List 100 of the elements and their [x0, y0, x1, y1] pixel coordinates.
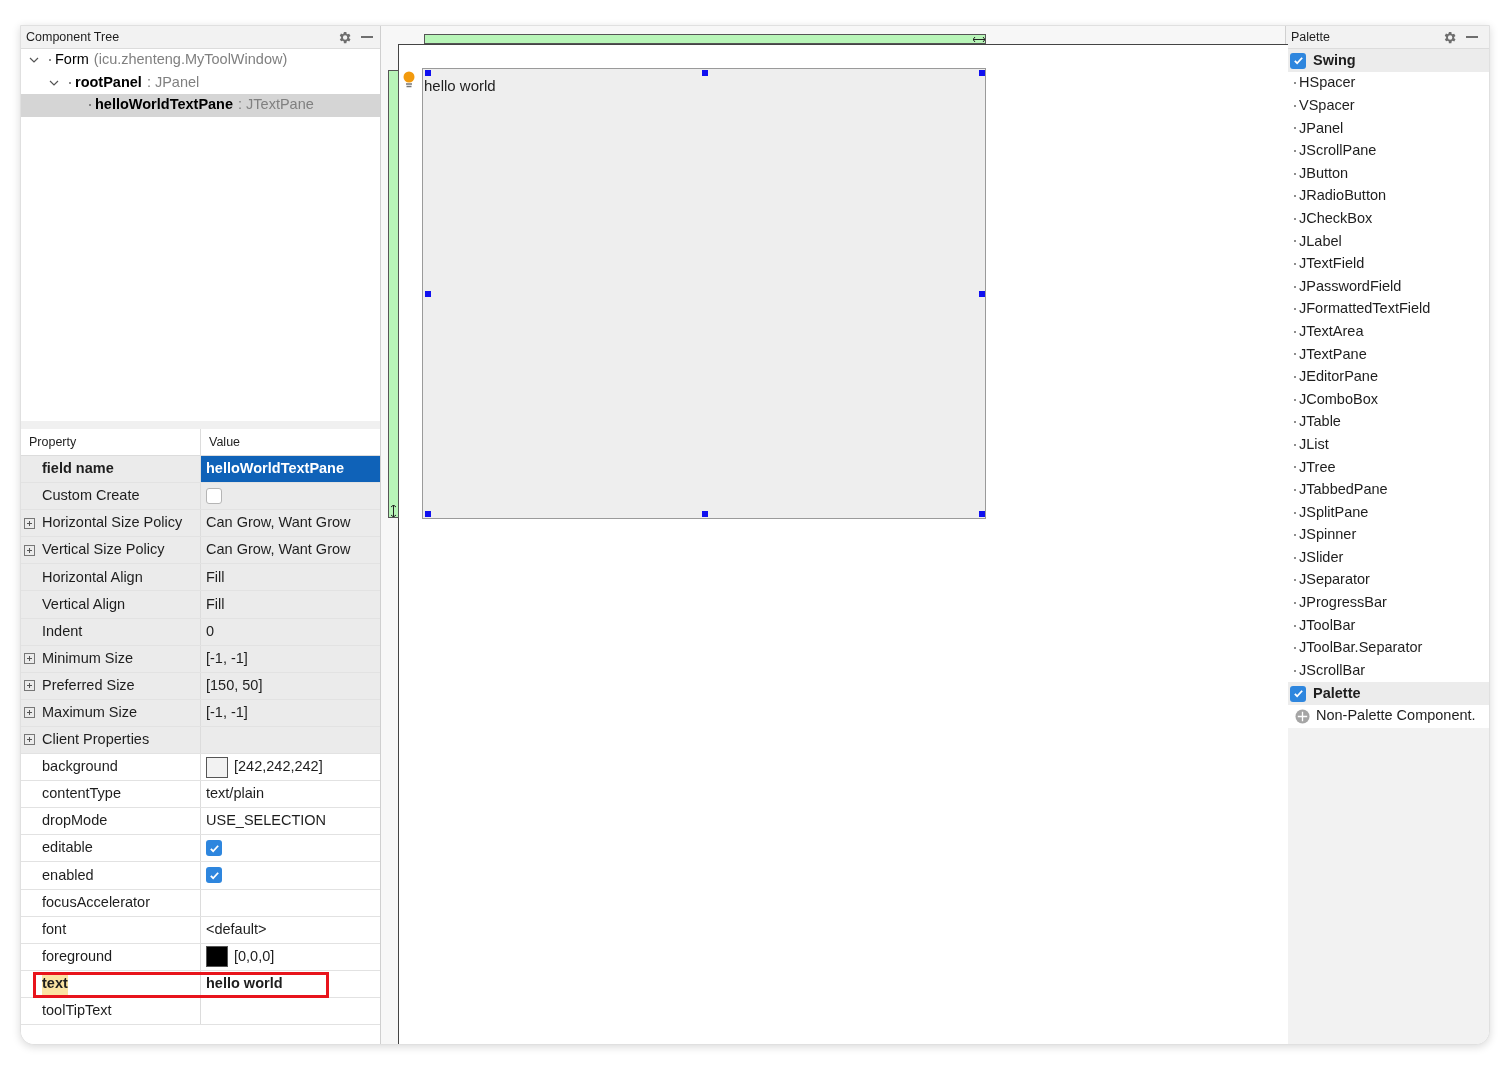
property-row[interactable]: dropMode USE_SELECTION [21, 808, 380, 836]
palette-item[interactable]: JSplitPane [1299, 501, 1369, 524]
component-icon [1295, 708, 1310, 724]
palette-item[interactable]: JSeparator [1299, 569, 1370, 592]
palette-item[interactable]: JButton [1299, 162, 1349, 185]
expand-icon[interactable] [24, 544, 35, 556]
settings-icon[interactable] [1442, 29, 1457, 45]
property-row[interactable]: enabled [21, 862, 380, 890]
property-name: Client Properties [42, 730, 150, 750]
palette-item[interactable]: JEditorPane [1299, 366, 1378, 388]
palette-item[interactable]: JToolBar.Separator [1299, 637, 1423, 659]
selection-handle[interactable] [702, 70, 708, 76]
property-row[interactable]: Minimum Size [-1, -1] [21, 645, 380, 673]
tree-item[interactable]: Form (icu.zhenteng.MyToolWindow) [21, 49, 380, 72]
property-row[interactable]: editable [21, 835, 380, 863]
check-icon [208, 869, 220, 881]
expand-icon[interactable] [24, 517, 35, 529]
property-row[interactable]: Indent 0 [21, 618, 380, 646]
tree-item-type: : JPanel [146, 72, 200, 92]
property-value: hello world [206, 973, 283, 993]
property-row[interactable]: Horizontal Align Fill [21, 564, 380, 592]
property-row[interactable]: foreground [0,0,0] [21, 943, 380, 971]
property-name: Preferred Size [42, 675, 135, 695]
column-header: Property [21, 429, 201, 455]
palette-item[interactable]: JComboBox [1299, 388, 1378, 411]
palette-item[interactable]: JLabel [1299, 230, 1342, 253]
property-row[interactable]: Maximum Size [-1, -1] [21, 699, 380, 727]
palette-item[interactable]: JCheckBox [1299, 208, 1373, 230]
property-name: font [42, 919, 67, 939]
property-row[interactable]: Client Properties [21, 726, 380, 755]
settings-icon[interactable] [337, 29, 352, 45]
tree-item[interactable]: helloWorldTextPane : JTextPane [21, 94, 380, 117]
property-row[interactable]: field name helloWorldTextPane [21, 456, 380, 484]
selection-handle[interactable] [425, 70, 431, 76]
property-value: text/plain [206, 784, 265, 804]
palette-item[interactable]: JTable [1299, 411, 1341, 434]
palette-group[interactable]: Palette [1286, 682, 1489, 706]
palette-item[interactable]: JProgressBar [1299, 592, 1387, 614]
property-value: [150, 50] [206, 675, 263, 695]
palette-item[interactable]: JTextArea [1299, 320, 1364, 343]
color-swatch[interactable] [206, 756, 228, 778]
palette-item[interactable]: JTextPane [1299, 343, 1367, 366]
property-row[interactable]: text hello world [21, 970, 380, 998]
palette-item[interactable]: JSpinner [1299, 524, 1357, 547]
property-row[interactable]: Custom Create [21, 483, 380, 511]
tree-item[interactable]: rootPanel : JPanel [21, 71, 380, 94]
property-name: contentType [42, 784, 121, 804]
expand-icon[interactable] [24, 653, 35, 665]
palette-item[interactable]: JScrollPane [1299, 140, 1377, 162]
property-name: dropMode [42, 811, 108, 831]
property-row[interactable]: Preferred Size [150, 50] [21, 672, 380, 700]
property-row[interactable]: toolTipText [21, 997, 380, 1025]
selection-handle[interactable] [425, 291, 431, 297]
palette-item[interactable]: JTabbedPane [1299, 479, 1388, 501]
palette-item[interactable]: HSpacer [1299, 72, 1356, 95]
palette-item[interactable]: VSpacer [1299, 95, 1355, 117]
palette-item[interactable]: JScrollBar [1299, 659, 1366, 682]
checkbox[interactable] [1290, 52, 1306, 69]
selection-handle[interactable] [979, 511, 985, 517]
property-name: toolTipText [42, 1001, 112, 1021]
checkbox[interactable] [206, 840, 222, 857]
selection-handle[interactable] [979, 70, 985, 76]
selection-handle[interactable] [979, 291, 985, 297]
palette-item[interactable]: JToolBar [1299, 614, 1356, 637]
property-row[interactable]: background [242,242,242] [21, 754, 380, 782]
property-row[interactable]: focusAccelerator [21, 889, 380, 917]
palette-item[interactable]: Non-Palette Component. [1286, 705, 1489, 728]
palette-item[interactable]: JTree [1299, 456, 1336, 479]
selection-handle[interactable] [702, 511, 708, 517]
property-value: [-1, -1] [206, 648, 248, 668]
property-row[interactable]: contentType text/plain [21, 781, 380, 809]
expand-icon[interactable] [24, 680, 35, 692]
property-name: focusAccelerator [42, 892, 150, 912]
property-name: Maximum Size [42, 703, 138, 722]
palette-item[interactable]: JTextField [1299, 253, 1365, 275]
palette-item[interactable]: JPasswordField [1299, 275, 1402, 298]
palette-item[interactable]: JList [1299, 433, 1329, 456]
property-value: helloWorldTextPane [206, 459, 345, 479]
color-swatch[interactable] [206, 946, 228, 968]
checkbox[interactable] [206, 867, 222, 884]
property-row[interactable]: Vertical Align Fill [21, 591, 380, 619]
palette-item[interactable]: JPanel [1299, 117, 1344, 140]
expand-icon[interactable] [24, 734, 35, 746]
checkbox[interactable] [206, 488, 222, 505]
lightbulb-icon[interactable] [403, 71, 415, 88]
palette-item[interactable]: JSlider [1299, 546, 1344, 569]
text-pane[interactable]: hello world [422, 68, 986, 519]
panel-title: Component Tree [26, 28, 120, 46]
checkbox[interactable] [1290, 685, 1306, 702]
palette-item[interactable]: JFormattedTextField [1299, 298, 1431, 321]
property-row[interactable]: Vertical Size Policy Can Grow, Want Grow [21, 537, 380, 565]
property-name: Indent [42, 621, 83, 641]
selection-handle[interactable] [425, 511, 431, 517]
expand-icon[interactable] [24, 707, 35, 719]
property-row[interactable]: font <default> [21, 916, 380, 944]
property-row[interactable]: Horizontal Size Policy Can Grow, Want Grow [21, 510, 380, 538]
panel-title: Palette [1291, 28, 1330, 46]
palette-item[interactable]: JRadioButton [1299, 185, 1387, 208]
palette-group[interactable]: Swing [1286, 49, 1489, 72]
group-name: Swing [1313, 50, 1356, 70]
